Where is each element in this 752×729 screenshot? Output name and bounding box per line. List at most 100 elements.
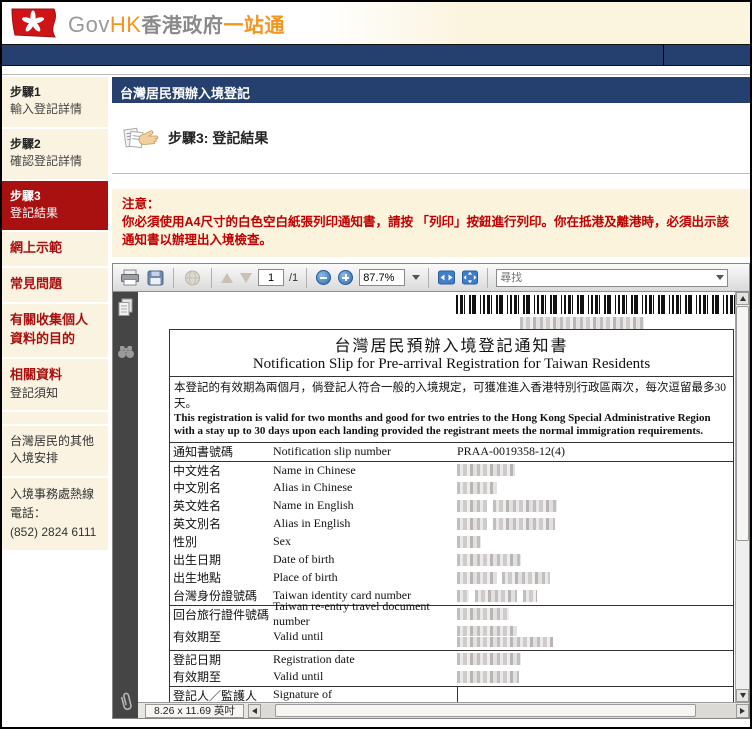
table-row-name-chinese: 中文姓名 Name in Chinese xyxy=(170,460,733,479)
zoom-dropdown-arrow[interactable] xyxy=(412,275,421,281)
sidebar-item-other-arrangements[interactable]: 台灣居民的其他入境安排 xyxy=(2,426,108,478)
page-thumbnails-button[interactable] xyxy=(117,298,134,317)
sidebar-item-online-demo[interactable]: 網上示範 xyxy=(2,232,108,269)
field-label-zh: 性別 xyxy=(173,535,198,550)
logo-hk-text: HK xyxy=(109,11,142,37)
sidebar-hotline: 入境事務處熱線電話： (852) 2824 6111 xyxy=(2,478,108,553)
sidebar-step-3-active: 步驟3 登記結果 xyxy=(2,180,108,233)
email-share-button[interactable] xyxy=(182,268,203,288)
search-panel-button[interactable] xyxy=(117,345,135,359)
table-row-date-of-birth: 出生日期 Date of birth xyxy=(170,551,733,569)
document-title-zh: 台灣居民預辦入境登記通知書 xyxy=(334,338,569,356)
sidebar-item-faq[interactable]: 常見問題 xyxy=(2,268,108,305)
toolbar-separator xyxy=(306,267,308,288)
find-input[interactable] xyxy=(500,271,715,284)
step3-title: 步驟3 xyxy=(10,188,41,203)
pdf-nav-strip xyxy=(113,292,138,719)
field-value-redacted xyxy=(457,464,733,477)
govhk-logo[interactable]: Gov HK 香港政府 一站通 xyxy=(68,9,285,38)
sidebar-item-related-info: 相關資料 登記須知 xyxy=(2,359,108,412)
previous-page-button[interactable] xyxy=(220,272,234,284)
field-value-redacted xyxy=(457,625,733,647)
save-icon xyxy=(147,270,164,286)
table-row-valid-until-2: 有效期至 Valid until xyxy=(170,668,733,686)
find-dropdown-arrow[interactable] xyxy=(716,275,725,281)
zoom-out-icon xyxy=(316,270,332,286)
registration-details-table: 通知書號碼 Notification slip number PRAA-0019… xyxy=(169,442,734,703)
faq-link[interactable]: 常見問題 xyxy=(10,276,62,291)
horizontal-scrollbar-track[interactable] xyxy=(260,703,736,718)
zoom-out-button[interactable] xyxy=(315,269,332,286)
zoom-level-input[interactable] xyxy=(359,269,406,287)
table-row-alias-chinese: 中文別名 Alias in Chinese xyxy=(170,479,733,497)
hotline-number: (852) 2824 6111 xyxy=(10,525,97,540)
content-top-divider xyxy=(2,74,750,75)
attachments-button[interactable] xyxy=(118,692,134,712)
step2-title: 步驟2 xyxy=(10,136,41,151)
fit-page-icon xyxy=(462,270,479,285)
main-content: 台灣居民預辦入境登記 步驟3: 登記結果 注意： 你必須使用A4尺寸的白色空白紙… xyxy=(112,77,750,720)
zoom-in-icon xyxy=(338,270,354,286)
table-row-registration-date: 登記日期 Registration date xyxy=(170,649,733,668)
fit-page-button[interactable] xyxy=(461,269,479,286)
registration-notes-link[interactable]: 登記須知 xyxy=(10,385,100,402)
page-total-label: /1 xyxy=(289,271,299,284)
horizontal-scrollbar-thumb[interactable] xyxy=(274,703,696,717)
vertical-scrollbar[interactable] xyxy=(735,292,749,703)
notification-slip-document: 台灣居民預辦入境登記通知書 Notification Slip for Pre-… xyxy=(169,329,734,703)
zoom-in-button[interactable] xyxy=(337,269,354,286)
field-label-en: Valid until xyxy=(273,628,324,643)
next-page-button[interactable] xyxy=(239,272,253,284)
step-result-icon xyxy=(123,127,159,149)
content-area: 步驟1 輸入登記詳情 步驟2 確認登記詳情 步驟3 登記結果 網上示範 常見問題 xyxy=(2,66,750,720)
online-demo-link[interactable]: 網上示範 xyxy=(10,240,62,255)
field-value-redacted xyxy=(457,535,733,548)
sidebar-spacer xyxy=(2,412,108,426)
hk-flag-logo[interactable] xyxy=(10,8,58,39)
data-purpose-link[interactable]: 有關收集個人資料的目的 xyxy=(10,312,88,346)
sidebar-item-data-purpose[interactable]: 有關收集個人資料的目的 xyxy=(2,304,108,359)
pdf-viewer: /1 xyxy=(112,263,750,720)
redacted-barcode-caption xyxy=(520,317,644,330)
scroll-left-button[interactable] xyxy=(247,703,261,718)
print-button[interactable] xyxy=(119,268,141,287)
step3-subtitle: 登記結果 xyxy=(10,205,59,220)
field-label-zh: 英文別名 xyxy=(173,517,222,532)
site-header: Gov HK 香港政府 一站通 xyxy=(2,2,750,44)
field-label-zh: 有效期至 xyxy=(173,670,222,685)
field-label-en: Sex xyxy=(273,534,291,549)
notice-text: 你必須使用A4尺寸的白色空白紙張列印通知書，請按 「列印」按鈕進行列印。你在抵港… xyxy=(122,214,729,247)
vertical-scrollbar-thumb[interactable] xyxy=(736,306,749,542)
notice-box: 注意： 你必須使用A4尺寸的白色空白紙張列印通知書，請按 「列印」按鈕進行列印。… xyxy=(112,189,750,258)
navy-bar-divider xyxy=(663,45,664,65)
other-arrangements-link[interactable]: 台灣居民的其他入境安排 xyxy=(10,434,94,465)
logo-zh-orange-text: 一站通 xyxy=(223,14,285,37)
find-box[interactable] xyxy=(496,268,729,287)
scroll-up-button[interactable] xyxy=(736,292,749,306)
field-value-redacted xyxy=(457,571,733,584)
pdf-status-bar: 8.26 x 11.69 英吋 xyxy=(138,702,749,719)
vertical-scrollbar-track[interactable] xyxy=(736,542,749,689)
field-label-zh: 中文姓名 xyxy=(173,463,222,478)
govhk-page: Gov HK 香港政府 一站通 步驟1 輸入登記詳情 步驟2 確認登記詳情 步驟3 登… xyxy=(0,0,752,729)
table-row-place-of-birth: 出生地點 Place of birth xyxy=(170,569,733,587)
fit-width-button[interactable] xyxy=(437,269,456,286)
header-navy-bar xyxy=(2,44,750,66)
field-label-en: Valid until xyxy=(273,669,324,684)
toolbar-separator xyxy=(487,267,489,288)
save-button[interactable] xyxy=(146,269,165,287)
sidebar-step-2: 步驟2 確認登記詳情 xyxy=(2,129,108,181)
page-number-input[interactable] xyxy=(258,269,284,287)
scroll-right-button[interactable] xyxy=(736,703,749,718)
logo-zh-gray-text: 香港政府 xyxy=(141,14,224,37)
table-row-signature: 登記人／監護人 Signature of 簽署 registrant/guard… xyxy=(170,685,733,703)
field-label-en: Registration date xyxy=(273,651,355,666)
table-row-slip-number: 通知書號碼 Notification slip number PRAA-0019… xyxy=(170,443,733,461)
field-label-en: Notification slip number xyxy=(273,444,391,459)
field-label-zh: 回台旅行證件號碼 xyxy=(173,607,270,622)
scroll-down-button[interactable] xyxy=(736,689,749,703)
validity-statement-box: 本登記的有效期為兩個月，倘登記人符合一般的入境規定，可獲准進入香港特別行政區兩次… xyxy=(169,377,734,443)
field-label-en: Name in English xyxy=(273,498,354,513)
toolbar-separator xyxy=(173,267,174,288)
field-label-en: Place of birth xyxy=(273,570,338,585)
